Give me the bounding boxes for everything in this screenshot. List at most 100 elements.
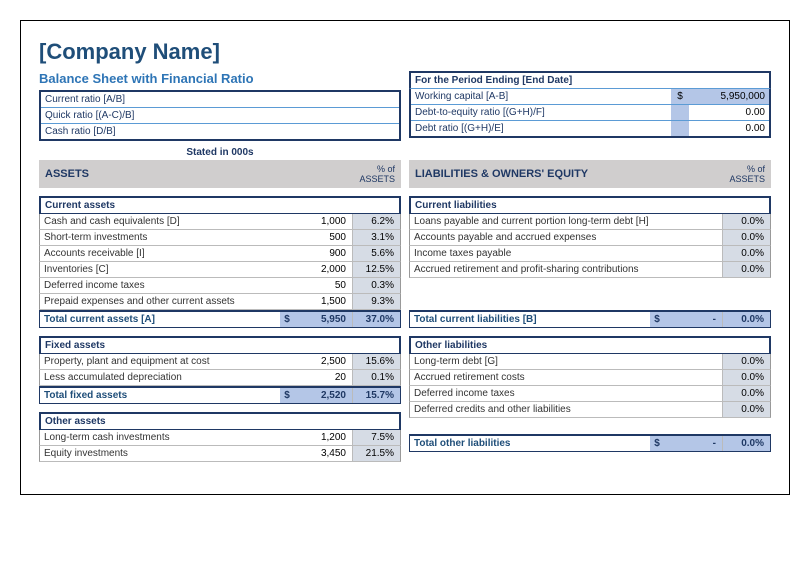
total-value: 2,520	[294, 388, 352, 403]
ratio-label: Debt ratio [(G+H)/E]	[411, 121, 671, 136]
liabilities-header-band: LIABILITIES & OWNERS' EQUITY % of ASSETS	[409, 160, 771, 188]
row-value	[664, 370, 722, 385]
row-value	[664, 402, 722, 417]
row-pct: 0.0%	[722, 370, 770, 385]
row-pct: 0.0%	[722, 262, 770, 277]
row-value: 20	[294, 370, 352, 385]
ratio-label: Cash ratio [D/B]	[41, 124, 354, 139]
current-assets-section: Current assets Cash and cash equivalents…	[39, 196, 401, 328]
row-pct: 0.1%	[352, 370, 400, 385]
row-value: 50	[294, 278, 352, 293]
currency-symbol	[671, 121, 689, 136]
row-pct: 15.6%	[352, 354, 400, 369]
row-pct: 0.0%	[722, 230, 770, 245]
liabilities-header: LIABILITIES & OWNERS' EQUITY	[415, 168, 715, 180]
section-title: Fixed assets	[39, 336, 401, 354]
row-label: Long-term debt [G]	[410, 354, 664, 369]
assets-header: ASSETS	[45, 168, 345, 180]
left-ratio-box: Current ratio [A/B] Quick ratio [(A-C)/B…	[39, 90, 401, 141]
row-pct: 3.1%	[352, 230, 400, 245]
row-label: Accrued retirement costs	[410, 370, 664, 385]
currency-symbol: $	[650, 436, 664, 451]
row-pct: 7.5%	[352, 430, 400, 445]
row-value	[664, 214, 722, 229]
row-pct: 9.3%	[352, 294, 400, 309]
row-value: 2,000	[294, 262, 352, 277]
row-label: Equity investments	[40, 446, 294, 461]
row-pct: 21.5%	[352, 446, 400, 461]
total-label: Total fixed assets	[40, 388, 280, 403]
row-pct: 0.0%	[722, 386, 770, 401]
current-liabilities-section: Current liabilities Loans payable and cu…	[409, 196, 771, 328]
row-value: 3,450	[294, 446, 352, 461]
currency-symbol	[671, 105, 689, 120]
row-label: Deferred credits and other liabilities	[410, 402, 664, 417]
section-title: Other liabilities	[409, 336, 771, 354]
balance-sheet: [Company Name] Balance Sheet with Financ…	[20, 20, 790, 495]
ratio-value	[354, 124, 399, 139]
row-label: Less accumulated depreciation	[40, 370, 294, 385]
ratio-value: 0.00	[689, 105, 769, 120]
row-pct: 0.0%	[722, 354, 770, 369]
total-pct: 37.0%	[352, 312, 400, 327]
row-value: 1,000	[294, 214, 352, 229]
total-row: Total current assets [A]$5,95037.0%	[39, 310, 401, 328]
subtitle: Balance Sheet with Financial Ratio	[39, 71, 401, 86]
currency-symbol: $	[650, 312, 664, 327]
total-label: Total current liabilities [B]	[410, 312, 650, 327]
row-label: Property, plant and equipment at cost	[40, 354, 294, 369]
row-label: Loans payable and current portion long-t…	[410, 214, 664, 229]
row-value	[664, 354, 722, 369]
total-value: 5,950	[294, 312, 352, 327]
total-label: Total current assets [A]	[40, 312, 280, 327]
row-pct: 0.0%	[722, 402, 770, 417]
row-value	[664, 386, 722, 401]
row-label: Income taxes payable	[410, 246, 664, 261]
total-row: Total fixed assets$2,52015.7%	[39, 386, 401, 404]
row-value: 1,200	[294, 430, 352, 445]
currency-symbol: $	[280, 388, 294, 403]
total-pct: 0.0%	[722, 312, 770, 327]
other-assets-section: Other assets Long-term cash investments1…	[39, 412, 401, 462]
stated-label: Stated in 000s	[39, 147, 401, 158]
row-value	[664, 230, 722, 245]
currency-symbol: $	[280, 312, 294, 327]
assets-header-band: ASSETS % of ASSETS	[39, 160, 401, 188]
row-label: Cash and cash equivalents [D]	[40, 214, 294, 229]
row-value	[664, 262, 722, 277]
company-name: [Company Name]	[39, 39, 771, 65]
ratio-label: Current ratio [A/B]	[41, 92, 354, 107]
section-title: Other assets	[39, 412, 401, 430]
total-pct: 15.7%	[352, 388, 400, 403]
row-label: Accrued retirement and profit-sharing co…	[410, 262, 664, 277]
row-pct: 0.0%	[722, 246, 770, 261]
ratio-label: Debt-to-equity ratio [(G+H)/F]	[411, 105, 671, 120]
other-liabilities-section: Other liabilities Long-term debt [G] 0.0%…	[409, 336, 771, 452]
row-pct: 0.3%	[352, 278, 400, 293]
row-label: Prepaid expenses and other current asset…	[40, 294, 294, 309]
section-title: Current liabilities	[409, 196, 771, 214]
pct-header: % of ASSETS	[715, 164, 765, 184]
row-pct: 0.0%	[722, 214, 770, 229]
row-label: Short-term investments	[40, 230, 294, 245]
ratio-value	[354, 92, 399, 107]
pct-header: % of ASSETS	[345, 164, 395, 184]
row-pct: 5.6%	[352, 246, 400, 261]
total-value: -	[664, 436, 722, 451]
row-value: 900	[294, 246, 352, 261]
row-label: Accounts payable and accrued expenses	[410, 230, 664, 245]
row-pct: 12.5%	[352, 262, 400, 277]
row-label: Accounts receivable [I]	[40, 246, 294, 261]
ratio-value	[354, 108, 399, 123]
row-label: Deferred income taxes	[40, 278, 294, 293]
row-label: Inventories [C]	[40, 262, 294, 277]
fixed-assets-section: Fixed assets Property, plant and equipme…	[39, 336, 401, 404]
right-ratio-box: Working capital [A-B]$5,950,000 Debt-to-…	[409, 89, 771, 138]
total-pct: 0.0%	[722, 436, 770, 451]
ratio-label: Working capital [A-B]	[411, 89, 671, 104]
ratio-label: Quick ratio [(A-C)/B]	[41, 108, 354, 123]
total-row: Total other liabilities$-0.0%	[409, 434, 771, 452]
row-value: 2,500	[294, 354, 352, 369]
row-value	[664, 246, 722, 261]
row-label: Long-term cash investments	[40, 430, 294, 445]
